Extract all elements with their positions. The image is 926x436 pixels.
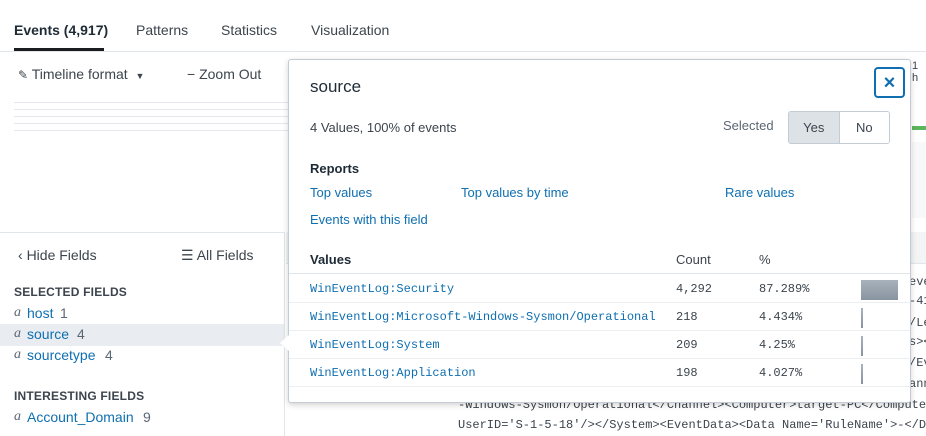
field-count: 9 [143,409,151,425]
tab-visualization[interactable]: Visualization [311,22,389,38]
fields-sidebar: ‹ Hide Fields ☰ All Fields SELECTED FIEL… [0,232,285,436]
value-percent: 87.289% [759,282,810,296]
close-icon: × [883,71,896,94]
results-tabs: Events (4,917) Patterns Statistics Visua… [0,0,926,52]
event-text-fragment: -41 [909,294,926,308]
interesting-fields-heading: INTERESTING FIELDS [14,389,145,403]
search-page: Events (4,917) Patterns Statistics Visua… [0,0,926,436]
column-header-percent: % [759,252,771,267]
selected-label: Selected [723,118,774,133]
field-summary-popover: source × 4 Values, 100% of events Select… [280,59,911,403]
field-type-icon: a [14,409,21,424]
popover-title: source [310,77,362,96]
percent-bar-fill [861,308,863,328]
field-name: Account_Domain [27,409,134,425]
column-header-values: Values [310,252,352,267]
event-text-fragment: ann [909,377,926,391]
values-table-header: Values Count % [289,246,910,274]
field-item-sourcetype[interactable]: a sourcetype 4 [0,345,284,367]
value-row[interactable]: WinEventLog:Security 4,292 87.289% [289,275,910,303]
value-percent: 4.434% [759,310,803,324]
timeline-gridline [14,123,289,124]
minus-icon: − [187,66,196,82]
field-type-icon: a [14,305,21,320]
pencil-icon: ✎ [18,68,29,82]
zoom-out-label: Zoom Out [199,66,262,82]
timeline-format-label: Timeline format [31,66,128,82]
event-text-fragment: /Le [909,316,926,330]
zoom-out-button[interactable]: − Zoom Out [187,66,261,82]
event-text-fragment: s>< [909,335,926,349]
value-link[interactable]: WinEventLog:Application [310,366,476,380]
event-text-fragment: /Ev [909,356,926,370]
all-fields-button[interactable]: ☰ All Fields [181,247,253,264]
field-name: source [27,326,70,342]
value-row[interactable]: WinEventLog:System 209 4.25% [289,331,910,359]
event-raw-line: UserID='S-1-5-18'/></System><EventData><… [458,418,926,432]
report-link-top-values-by-time[interactable]: Top values by time [461,185,569,200]
value-link[interactable]: WinEventLog:Security [310,282,454,296]
timeline-right-region [912,142,926,218]
list-icon: ☰ [181,247,194,263]
timeline-green-bar [912,126,926,130]
timeline-scale-label: 1 h [912,60,919,84]
event-text-fragment: eve [909,275,926,289]
tab-statistics[interactable]: Statistics [221,22,277,38]
value-link[interactable]: WinEventLog:System [310,338,440,352]
field-count: 4 [77,326,85,342]
toggle-yes-button[interactable]: Yes [789,112,840,143]
value-count: 4,292 [676,282,713,296]
value-row[interactable]: WinEventLog:Microsoft-Windows-Sysmon/Ope… [289,303,910,331]
timeline-gridline [14,130,289,131]
value-percent: 4.25% [759,338,796,352]
value-count: 218 [676,310,698,324]
timeline-format-dropdown[interactable]: ✎ Timeline format ▼ [18,66,144,82]
field-type-icon: a [14,347,21,362]
timeline-gridline [14,109,289,110]
timeline-gridline [14,102,289,103]
report-link-top-values[interactable]: Top values [310,185,372,200]
popover-arrow [280,335,289,351]
value-percent: 4.027% [759,366,803,380]
field-count: 4 [105,347,113,363]
column-header-count: Count [676,252,711,267]
percent-bar-fill [861,364,863,384]
field-item-account-domain[interactable]: a Account_Domain 9 [0,407,284,429]
percent-bar [861,280,898,300]
selected-fields-heading: SELECTED FIELDS [14,285,128,299]
field-count: 1 [60,305,68,321]
percent-bar-fill [861,280,898,300]
close-button[interactable]: × [874,67,905,98]
field-type-icon: a [14,326,21,341]
value-link[interactable]: WinEventLog:Microsoft-Windows-Sysmon/Ope… [310,310,656,324]
chevron-left-icon: ‹ [18,247,23,263]
report-link-events-with-field[interactable]: Events with this field [310,212,428,227]
timeline-gridline [14,116,289,117]
tab-patterns[interactable]: Patterns [136,22,188,38]
percent-bar [861,336,898,356]
field-item-source[interactable]: a source 4 [0,324,284,346]
tab-events[interactable]: Events (4,917) [14,22,108,38]
field-name: sourcetype [27,347,96,363]
percent-bar [861,308,898,328]
percent-bar-fill [861,336,863,356]
reports-heading: Reports [310,161,360,176]
value-count: 198 [676,366,698,380]
value-count: 209 [676,338,698,352]
field-item-host[interactable]: a host 1 [0,303,284,325]
selected-toggle: Yes No [788,111,890,144]
percent-bar [861,364,898,384]
report-link-rare-values[interactable]: Rare values [725,185,794,200]
hide-fields-label: Hide Fields [26,247,97,263]
all-fields-label: All Fields [196,247,254,263]
value-row[interactable]: WinEventLog:Application 198 4.027% [289,359,910,387]
active-tab-indicator [14,48,104,51]
caret-down-icon: ▼ [135,71,145,81]
values-summary: 4 Values, 100% of events [310,120,457,135]
field-name: host [27,305,54,321]
toggle-no-button[interactable]: No [839,112,889,143]
hide-fields-button[interactable]: ‹ Hide Fields [18,247,97,263]
